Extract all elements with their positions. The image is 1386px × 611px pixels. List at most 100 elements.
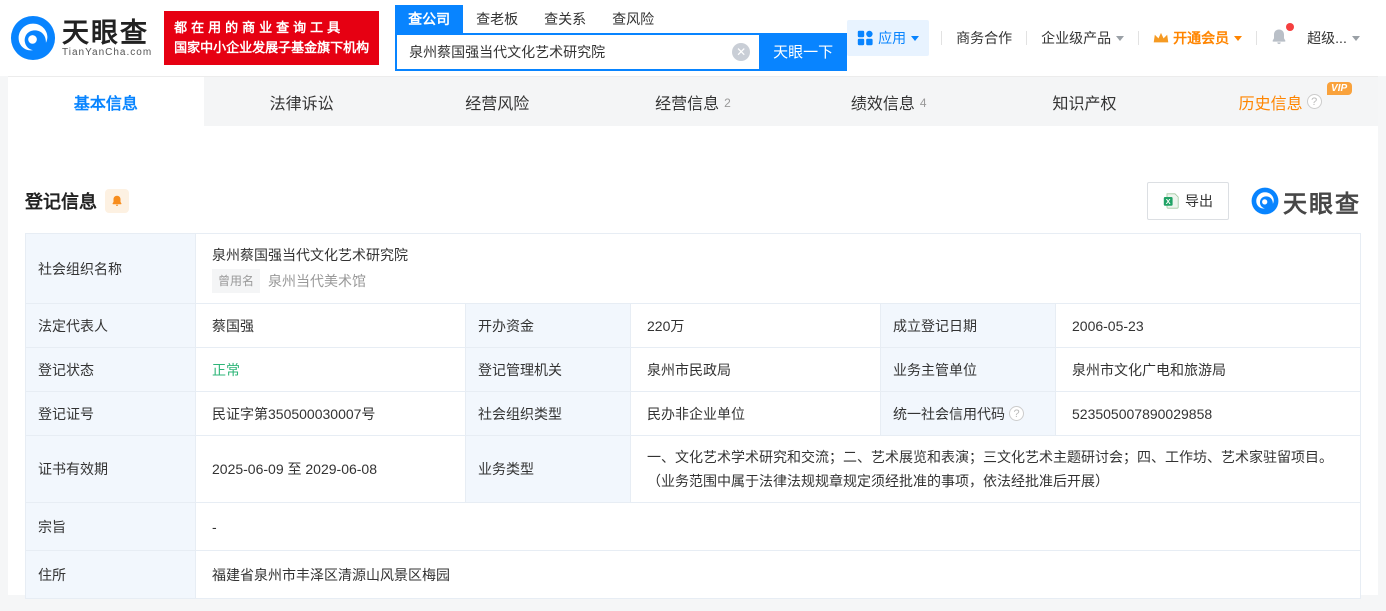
- top-menu: 应用 商务合作 企业级产品 开通会员 超级..: [847, 20, 1370, 56]
- tab-legal-proceedings[interactable]: 法律诉讼: [204, 77, 400, 126]
- bell-icon: [110, 194, 124, 208]
- clear-icon[interactable]: ✕: [732, 43, 750, 61]
- search-input[interactable]: [395, 33, 759, 71]
- question-circle-icon[interactable]: ?: [1009, 406, 1024, 421]
- search-button[interactable]: 天眼一下: [759, 33, 847, 71]
- search-tab-relation[interactable]: 查关系: [531, 5, 599, 33]
- label-est-date: 成立登记日期: [881, 304, 1056, 348]
- account-menu[interactable]: 超级...: [1297, 28, 1370, 48]
- business-coop-link[interactable]: 商务合作: [946, 28, 1022, 48]
- export-label: 导出: [1185, 191, 1213, 211]
- divider: [941, 31, 942, 45]
- logo-domain: TianYanCha.com: [62, 47, 152, 58]
- section-title: 登记信息: [25, 188, 97, 214]
- logo-text: 天眼查 TianYanCha.com: [62, 19, 152, 58]
- question-circle-icon[interactable]: ?: [1307, 94, 1322, 109]
- tab-business-info[interactable]: 经营信息 2: [595, 77, 791, 126]
- business-coop-label: 商务合作: [956, 28, 1012, 48]
- former-name-text: 泉州当代美术馆: [268, 270, 366, 292]
- divider: [1256, 31, 1257, 45]
- account-label: 超级...: [1307, 28, 1347, 48]
- watermark-text: 天眼查: [1283, 184, 1361, 219]
- value-legal-rep: 蔡国强: [196, 304, 466, 348]
- crown-icon: [1153, 31, 1169, 45]
- notification-dot: [1286, 23, 1294, 31]
- label-org-name: 社会组织名称: [26, 234, 196, 304]
- credit-code-label-text: 统一社会信用代码: [893, 403, 1005, 425]
- vip-badge: VIP: [1327, 82, 1352, 95]
- export-button[interactable]: X 导出: [1147, 182, 1229, 220]
- section-header: 登记信息 X 导出: [25, 126, 1361, 220]
- watermark-logo: 天眼查: [1251, 184, 1361, 219]
- label-legal-rep: 法定代表人: [26, 304, 196, 348]
- slogan-line2: 国家中小企业发展子基金旗下机构: [174, 38, 369, 58]
- label-cert-validity: 证书有效期: [26, 436, 196, 503]
- registration-table: 社会组织名称 泉州蔡国强当代文化艺术研究院 曾用名 泉州当代美术馆 法定代表人 …: [25, 233, 1361, 599]
- tab-label: 绩效信息: [851, 90, 915, 114]
- top-header: 天眼查 TianYanCha.com 都在用的商业查询工具 国家中小企业发展子基…: [0, 0, 1386, 76]
- tianyancha-logo-icon: [10, 15, 56, 61]
- tab-label: 经营信息: [655, 90, 719, 114]
- label-business-type: 业务类型: [466, 436, 631, 503]
- chevron-down-icon: [1352, 36, 1360, 41]
- chevron-down-icon: [911, 36, 919, 41]
- tab-basic-info[interactable]: 基本信息: [8, 77, 204, 126]
- tab-count: 2: [724, 96, 731, 110]
- former-name-tag: 曾用名: [212, 269, 260, 293]
- label-reg-authority: 登记管理机关: [466, 348, 631, 392]
- enterprise-label: 企业级产品: [1041, 28, 1111, 48]
- tianyancha-logo-icon: [1251, 187, 1279, 215]
- tianyancha-logo[interactable]: 天眼查 TianYanCha.com: [10, 15, 152, 61]
- value-address: 福建省泉州市丰泽区清源山风景区梅园: [196, 551, 1361, 599]
- excel-icon: X: [1163, 193, 1179, 209]
- search-tab-risk[interactable]: 查风险: [599, 5, 667, 33]
- svg-text:X: X: [1166, 197, 1171, 206]
- value-est-date: 2006-05-23: [1056, 304, 1361, 348]
- label-credit-code: 统一社会信用代码 ?: [881, 392, 1056, 436]
- value-credit-code: 523505007890029858: [1056, 392, 1361, 436]
- tab-performance-info[interactable]: 绩效信息 4: [791, 77, 987, 126]
- tab-operational-risk[interactable]: 经营风险: [399, 77, 595, 126]
- brand-slogan-badge: 都在用的商业查询工具 国家中小企业发展子基金旗下机构: [164, 11, 379, 65]
- label-address: 住所: [26, 551, 196, 599]
- tab-count: 4: [920, 96, 927, 110]
- label-org-type: 社会组织类型: [466, 392, 631, 436]
- chevron-down-icon: [1234, 36, 1242, 41]
- divider: [1026, 31, 1027, 45]
- value-supervisor: 泉州市文化广电和旅游局: [1056, 348, 1361, 392]
- value-cert-no: 民证字第350500030007号: [196, 392, 466, 436]
- label-cert-no: 登记证号: [26, 392, 196, 436]
- basic-info-content: 登记信息 X 导出: [8, 126, 1378, 599]
- value-org-type: 民办非企业单位: [631, 392, 881, 436]
- value-purpose: -: [196, 503, 1361, 551]
- detail-nav-tabs: 基本信息 法律诉讼 经营风险 经营信息 2 绩效信息 4 知识产权 历史信息 ?…: [8, 76, 1378, 126]
- vip-upgrade-menu[interactable]: 开通会员: [1143, 28, 1252, 48]
- monitor-bell-button[interactable]: [105, 189, 129, 213]
- vip-label: 开通会员: [1173, 28, 1229, 48]
- apps-grid-icon: [857, 30, 873, 46]
- search-module: 查公司 查老板 查关系 查风险 ✕ 天眼一下: [395, 6, 847, 71]
- search-tab-company[interactable]: 查公司: [395, 5, 463, 33]
- tab-intellectual-property[interactable]: 知识产权: [987, 77, 1183, 126]
- label-reg-status: 登记状态: [26, 348, 196, 392]
- apps-label: 应用: [878, 28, 906, 48]
- tab-history-info[interactable]: 历史信息 ? VIP: [1182, 77, 1378, 126]
- value-cert-validity: 2025-06-09 至 2029-06-08: [196, 436, 466, 503]
- value-reg-status: 正常: [196, 348, 466, 392]
- value-reg-authority: 泉州市民政局: [631, 348, 881, 392]
- divider: [1138, 31, 1139, 45]
- apps-menu[interactable]: 应用: [847, 20, 929, 56]
- chevron-down-icon: [1116, 36, 1124, 41]
- logo-name: 天眼查: [62, 19, 152, 47]
- label-capital: 开办资金: [466, 304, 631, 348]
- tab-label: 法律诉讼: [270, 90, 334, 114]
- enterprise-menu[interactable]: 企业级产品: [1031, 28, 1134, 48]
- main-card: 基本信息 法律诉讼 经营风险 经营信息 2 绩效信息 4 知识产权 历史信息 ?…: [8, 76, 1378, 595]
- search-tab-boss[interactable]: 查老板: [463, 5, 531, 33]
- notifications-button[interactable]: [1261, 27, 1297, 50]
- org-name-text: 泉州蔡国强当代文化艺术研究院: [212, 244, 408, 266]
- tab-label: 经营风险: [465, 90, 529, 114]
- label-purpose: 宗旨: [26, 503, 196, 551]
- search-tabs: 查公司 查老板 查关系 查风险: [395, 6, 847, 33]
- tab-label: 基本信息: [74, 90, 138, 114]
